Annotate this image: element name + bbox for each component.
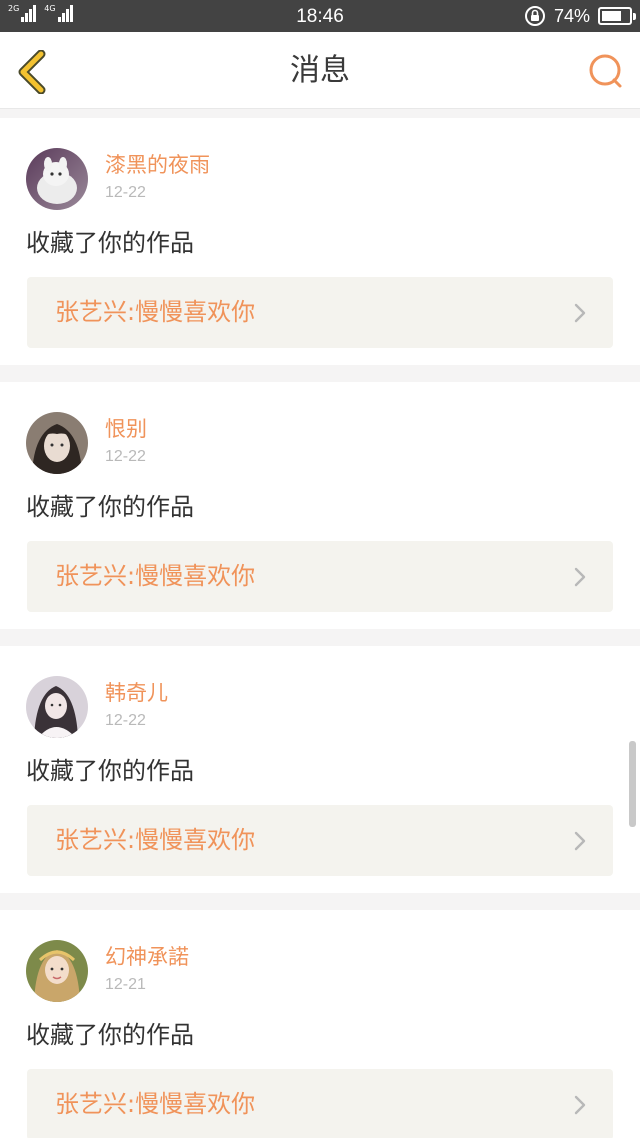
page-title: 消息 [290, 53, 350, 88]
app-screen: 2G 4G 18:46 74% 消息 漆黑的夜雨 12-22 收藏了你的作品 张… [0, 0, 640, 1138]
username[interactable]: 漆黑的夜雨 [105, 151, 210, 179]
user-avatar-image [26, 412, 88, 474]
user-avatar-image [26, 940, 88, 1002]
work-link[interactable]: 张艺兴:慢慢喜欢你 [27, 277, 613, 348]
scrollbar[interactable] [629, 741, 636, 827]
battery-icon [598, 7, 636, 25]
avatar[interactable] [26, 148, 88, 210]
chevron-left-icon [18, 49, 46, 95]
message-card: 漆黑的夜雨 12-22 收藏了你的作品 张艺兴:慢慢喜欢你 [0, 118, 640, 365]
message-card: 韩奇儿 12-22 收藏了你的作品 张艺兴:慢慢喜欢你 [0, 646, 640, 893]
avatar[interactable] [26, 412, 88, 474]
chevron-right-icon [574, 1095, 586, 1115]
work-title: 张艺兴:慢慢喜欢你 [55, 826, 256, 854]
user-avatar-image [26, 148, 88, 210]
work-title: 张艺兴:慢慢喜欢你 [55, 298, 256, 326]
message-text: 收藏了你的作品 [26, 229, 194, 257]
work-title: 张艺兴:慢慢喜欢你 [55, 562, 256, 590]
status-right: 74% [524, 5, 636, 27]
message-date: 12-22 [105, 712, 146, 729]
username[interactable]: 幻神承諾 [105, 943, 189, 971]
search-button[interactable] [586, 52, 626, 92]
message-date: 12-22 [105, 448, 146, 465]
avatar[interactable] [26, 676, 88, 738]
username[interactable]: 韩奇儿 [105, 679, 168, 707]
status-bar: 2G 4G 18:46 74% [0, 0, 640, 32]
chevron-right-icon [574, 567, 586, 587]
message-text: 收藏了你的作品 [26, 493, 194, 521]
nav-bar: 消息 [0, 32, 640, 109]
rotation-lock-icon [524, 6, 545, 26]
username[interactable]: 恨别 [105, 415, 147, 443]
user-avatar-image [26, 676, 88, 738]
work-link[interactable]: 张艺兴:慢慢喜欢你 [27, 805, 613, 876]
work-link[interactable]: 张艺兴:慢慢喜欢你 [27, 1069, 613, 1138]
chevron-right-icon [574, 303, 586, 323]
battery-percent: 74% [553, 6, 590, 26]
message-date: 12-22 [105, 184, 146, 201]
message-card: 幻神承諾 12-21 收藏了你的作品 张艺兴:慢慢喜欢你 [0, 910, 640, 1138]
message-text: 收藏了你的作品 [26, 757, 194, 785]
work-title: 张艺兴:慢慢喜欢你 [55, 1090, 256, 1118]
message-text: 收藏了你的作品 [26, 1021, 194, 1049]
message-date: 12-21 [105, 976, 146, 993]
avatar[interactable] [26, 940, 88, 1002]
chevron-right-icon [574, 831, 586, 851]
search-icon [589, 54, 622, 88]
back-button[interactable] [14, 49, 54, 95]
message-card: 恨别 12-22 收藏了你的作品 张艺兴:慢慢喜欢你 [0, 382, 640, 629]
work-link[interactable]: 张艺兴:慢慢喜欢你 [27, 541, 613, 612]
